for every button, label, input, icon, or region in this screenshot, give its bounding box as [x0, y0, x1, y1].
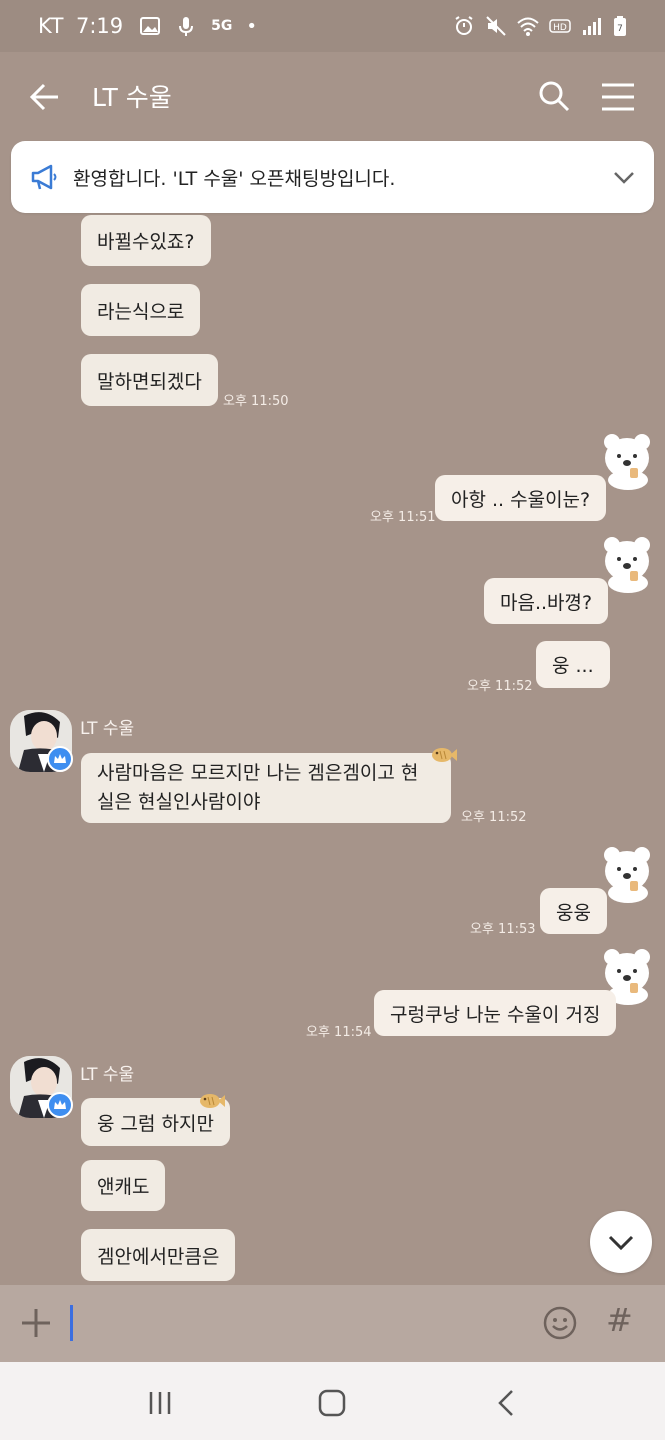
dot-indicator: •	[246, 15, 257, 37]
image-icon	[139, 15, 161, 37]
message-bubble[interactable]: 구렁쿠낭 나눈 수울이 거징	[374, 990, 617, 1036]
message-bubble[interactable]: 말하면되겠다	[81, 354, 218, 406]
system-navigation-bar	[0, 1362, 665, 1440]
hd-icon: HD	[549, 15, 571, 37]
emoji-icon[interactable]	[542, 1305, 578, 1341]
message-bubble[interactable]: 웅웅	[540, 888, 607, 934]
battery-icon: 7	[613, 15, 627, 37]
message-bubble[interactable]: 웅 ...	[536, 641, 610, 688]
home-icon[interactable]	[317, 1388, 347, 1418]
message-bubble[interactable]: 겜안에서만큼은	[81, 1229, 236, 1281]
message-bubble[interactable]: 마음..바꼉?	[484, 578, 609, 624]
message-bubble[interactable]: 라는식으로	[81, 284, 201, 336]
recent-apps-icon[interactable]	[145, 1388, 175, 1418]
alarm-icon	[453, 15, 475, 37]
notice-banner[interactable]: 환영합니다. 'LT 수울' 오픈채팅방입니다.	[11, 141, 654, 213]
message-time: 오후 11:52	[467, 679, 533, 694]
mute-icon	[485, 15, 507, 37]
back-nav-icon[interactable]	[492, 1388, 522, 1418]
sender-name: LT 수울	[80, 719, 135, 739]
text-cursor[interactable]	[70, 1305, 73, 1341]
clock: 7:19	[75, 14, 124, 38]
wifi-icon	[517, 15, 539, 37]
menu-icon[interactable]	[600, 82, 636, 112]
plus-icon[interactable]	[20, 1307, 52, 1339]
chevron-down-icon	[608, 1235, 634, 1251]
message-time: 오후 11:54	[306, 1025, 372, 1040]
bear-sticker-icon	[604, 537, 650, 593]
chevron-down-icon[interactable]	[612, 165, 636, 189]
message-time: 오후 11:53	[470, 922, 536, 937]
scroll-to-bottom-button[interactable]	[590, 1211, 652, 1273]
signal-icon	[581, 15, 603, 37]
notice-text: 환영합니다. 'LT 수울' 오픈채팅방입니다.	[73, 167, 396, 190]
message-time: 오후 11:52	[461, 810, 527, 825]
message-bubble[interactable]: 사람마음은 모르지만 나는 겜은겜이고 현실은 현실인사람이야	[81, 753, 451, 823]
message-bubble[interactable]: 앤캐도	[81, 1160, 166, 1211]
fish-icon	[200, 1094, 225, 1108]
hashtag-button[interactable]: #	[606, 1301, 633, 1339]
chat-title: LT 수울	[92, 83, 172, 112]
svg-text:HD: HD	[553, 23, 567, 33]
network-label: 5G	[211, 18, 233, 34]
sender-name: LT 수울	[80, 1065, 135, 1085]
message-input-bar: #	[0, 1285, 665, 1362]
fish-icon	[432, 748, 457, 762]
microphone-icon	[175, 15, 197, 37]
message-bubble[interactable]: 바뀔수있죠?	[81, 215, 211, 266]
crown-badge-icon	[47, 746, 73, 772]
bear-sticker-icon	[604, 434, 650, 490]
carrier-label: KT	[38, 14, 64, 38]
message-time: 오후 11:51	[370, 510, 436, 525]
status-bar: KT 7:19 5G • HD 7	[0, 0, 665, 52]
search-icon[interactable]	[538, 80, 570, 112]
message-bubble[interactable]: 아항 .. 수울이눈?	[435, 475, 607, 521]
bear-sticker-icon	[604, 847, 650, 903]
chat-header: LT 수울	[0, 52, 665, 140]
svg-text:7: 7	[617, 24, 623, 34]
message-time: 오후 11:50	[223, 394, 289, 409]
back-arrow-icon[interactable]	[28, 80, 62, 114]
crown-badge-icon	[47, 1092, 73, 1118]
megaphone-icon	[29, 162, 59, 192]
